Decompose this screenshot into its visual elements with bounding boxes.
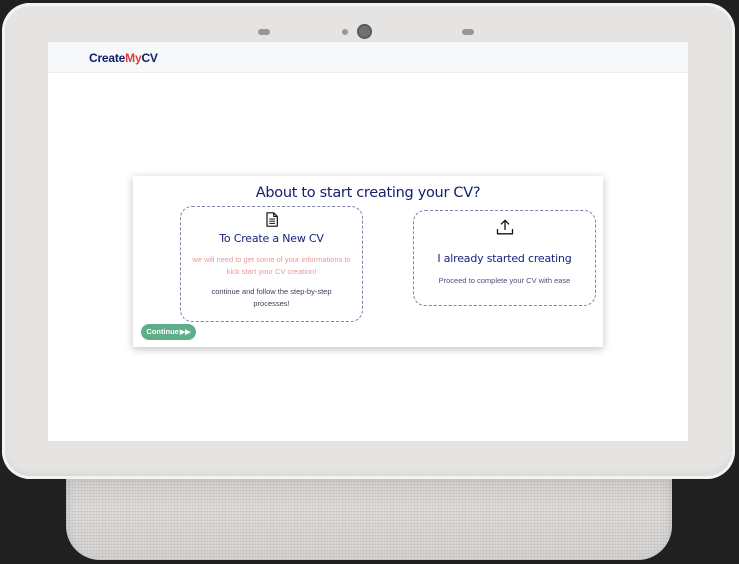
- left-sensor: [258, 29, 270, 35]
- option-title: To Create a New CV: [219, 232, 324, 245]
- speaker-base: [66, 470, 672, 560]
- modal-title: About to start creating your CV?: [255, 185, 481, 201]
- navbar: CreateMyCV: [48, 42, 688, 73]
- camera-icon: [357, 24, 372, 39]
- continue-button[interactable]: Continue▶▶: [141, 324, 196, 340]
- brand-logo[interactable]: CreateMyCV: [89, 51, 158, 65]
- screen: CreateMyCV About to start creating your …: [48, 42, 688, 441]
- fast-forward-icon: ▶▶: [179, 329, 191, 336]
- document-icon: [265, 212, 278, 232]
- brand-logo-cv: CV: [141, 51, 158, 65]
- brand-logo-my: My: [125, 51, 142, 65]
- microphone-dot: [342, 29, 348, 35]
- option-continue-existing-cv[interactable]: I already started creating Proceed to co…: [413, 210, 596, 306]
- option-description: continue and follow the step-by-step pro…: [211, 287, 332, 308]
- option-description: Proceed to complete your CV with ease: [438, 276, 571, 285]
- continue-button-label: Continue: [146, 327, 179, 336]
- brand-logo-create: Create: [89, 51, 126, 65]
- stage: CreateMyCV About to start creating your …: [0, 0, 739, 564]
- upload-icon: [496, 219, 513, 240]
- start-cv-modal: About to start creating your CV? To Crea…: [133, 176, 603, 347]
- option-title: I already started creating: [437, 252, 572, 265]
- right-sensor: [462, 29, 474, 35]
- option-hint: we will need to get some of your informa…: [192, 255, 351, 276]
- option-create-new-cv[interactable]: To Create a New CV we will need to get s…: [180, 206, 363, 322]
